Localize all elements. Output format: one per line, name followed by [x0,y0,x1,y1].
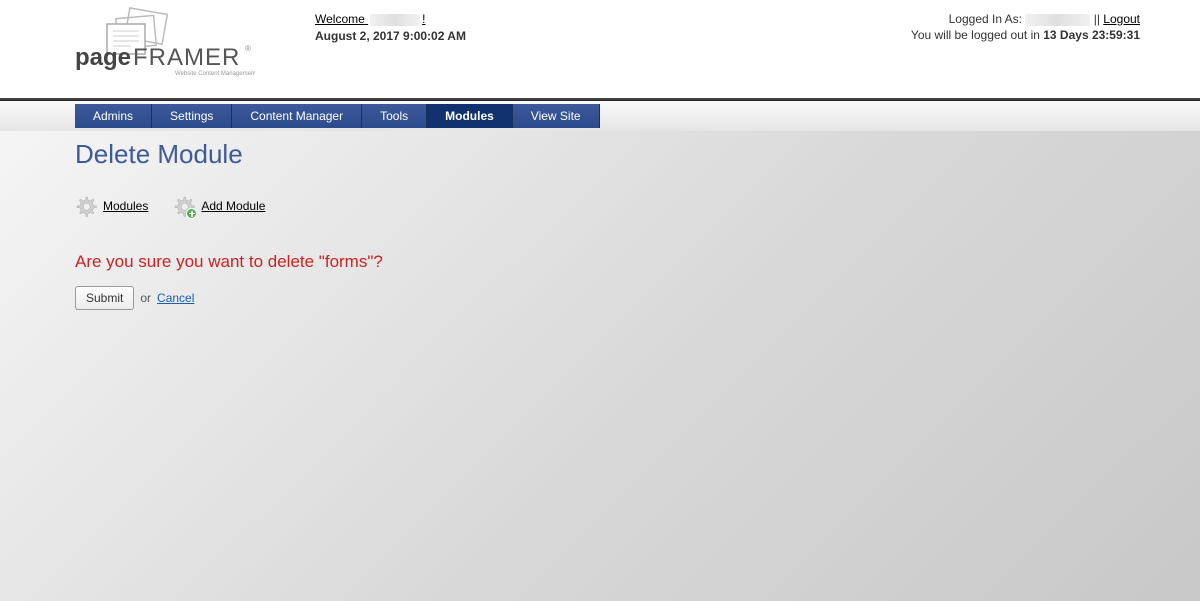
submit-button[interactable]: Submit [75,286,134,310]
action-links: Modules Add Module [75,195,1125,217]
add-module-link-item: Add Module [173,195,265,217]
content-area: Delete Module Modules [0,131,1200,601]
gear-icon [75,195,97,217]
tab-tools[interactable]: Tools [362,104,427,128]
cancel-link[interactable]: Cancel [157,291,194,305]
countdown-value: 13 Days 23:59:31 [1043,28,1140,42]
welcome-suffix: ! [422,12,425,26]
login-info: Logged In As: || Logout You will be logg… [911,2,1140,98]
plus-badge-icon [186,208,197,219]
welcome-prefix: Welcome [315,12,365,26]
logged-in-username-redacted [1025,14,1090,26]
welcome-username-redacted [370,14,420,26]
separator: || [1094,12,1104,26]
svg-text:page: page [75,44,131,71]
header: page FRAMER ® Website Content Management… [0,0,1200,98]
tab-content-manager[interactable]: Content Manager [232,104,362,128]
or-text: or [140,291,151,305]
tab-settings[interactable]: Settings [152,104,232,128]
countdown-prefix: You will be logged out in [911,28,1043,42]
nav-tabs: Admins Settings Content Manager Tools Mo… [75,104,600,128]
svg-text:FRAMER: FRAMER [133,44,240,71]
page-title: Delete Module [75,139,1125,170]
confirm-delete-text: Are you sure you want to delete "forms"? [75,252,1125,272]
tab-view-site[interactable]: View Site [513,104,600,128]
tab-admins[interactable]: Admins [75,104,152,128]
gear-plus-icon [173,195,195,217]
tab-modules[interactable]: Modules [427,104,513,128]
nav-strip: Admins Settings Content Manager Tools Mo… [0,101,1200,131]
pageframer-logo-icon: page FRAMER ® Website Content Management [75,7,255,92]
login-info-line-1: Logged In As: || Logout [911,12,1140,26]
add-module-link[interactable]: Add Module [201,199,265,213]
datetime: August 2, 2017 9:00:02 AM [315,29,466,43]
logo: page FRAMER ® Website Content Management [75,2,305,98]
welcome-line: Welcome ! [315,12,466,26]
logout-countdown: You will be logged out in 13 Days 23:59:… [911,28,1140,42]
modules-link[interactable]: Modules [103,199,148,213]
svg-text:Website Content Management: Website Content Management [175,71,255,77]
welcome-block: Welcome ! August 2, 2017 9:00:02 AM [305,2,466,98]
logged-in-label: Logged In As: [949,12,1022,26]
form-row: Submit or Cancel [75,286,1125,310]
logout-link[interactable]: Logout [1103,12,1140,26]
modules-link-item: Modules [75,195,148,217]
svg-text:®: ® [245,44,251,53]
